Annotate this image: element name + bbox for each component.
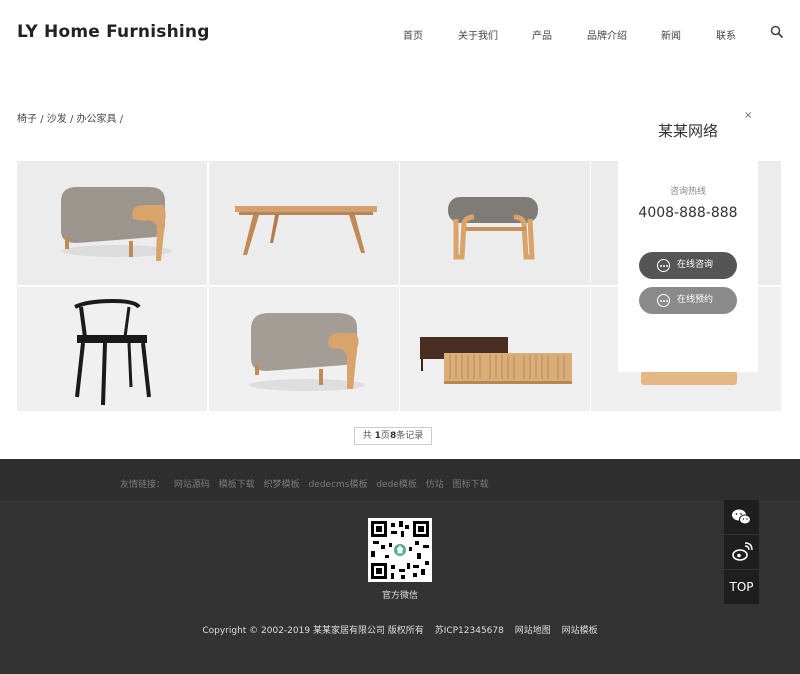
site-header: LY Home Furnishing 首页 关于我们 产品 品牌介绍 新闻 联系: [0, 0, 800, 66]
back-to-top-button[interactable]: TOP: [724, 570, 759, 604]
copyright-text: Copyright © 2002-2019 某某家居有限公司 版权所有: [202, 626, 424, 636]
friend-links-label: 友情链接：: [120, 480, 166, 490]
breadcrumb-separator: /: [40, 114, 44, 125]
breadcrumb-office[interactable]: 办公家具: [77, 114, 117, 125]
hotline-number: 4008-888-888: [638, 205, 738, 221]
friend-link[interactable]: dede模板: [376, 480, 417, 490]
product-card-ottoman-2[interactable]: [209, 287, 399, 411]
ottoman-image: [17, 161, 207, 285]
search-icon[interactable]: [770, 25, 784, 39]
breadcrumb: 椅子 / 沙发 / 办公家具 /: [17, 110, 123, 125]
online-consult-button[interactable]: 在线咨询: [639, 252, 737, 279]
template-link[interactable]: 网站模板: [562, 626, 598, 636]
pagination-info: 共 1页8条记录: [354, 427, 432, 445]
friend-links-bar: 友情链接： 网站源码 模板下载 织梦模板 dedecms模板 dede模板 仿站…: [0, 459, 800, 501]
wechat-button[interactable]: [724, 500, 759, 534]
pagination-prefix: 共: [362, 431, 372, 441]
product-card-tv-cabinet[interactable]: [400, 287, 590, 411]
site-footer: 官方微信 Copyright © 2002-2019 某某家居有限公司 版权所有…: [0, 501, 800, 674]
wechat-icon: [732, 509, 751, 525]
pagination-suffix: 条记录: [396, 431, 424, 441]
ottoman-image-2: [209, 287, 399, 411]
contact-float-panel: 某某网络 咨询热线 4008-888-888 在线咨询 在线预约: [618, 100, 758, 372]
chair-image: [17, 287, 207, 411]
breadcrumb-separator: /: [69, 114, 74, 125]
pagination-mid: 页: [380, 431, 390, 441]
qr-code-image: [371, 521, 429, 579]
online-reserve-label: 在线预约: [677, 295, 714, 305]
icp-link[interactable]: 苏ICP12345678: [435, 626, 504, 636]
weibo-icon: [732, 542, 753, 561]
nav-item-products[interactable]: 产品: [532, 27, 552, 42]
breadcrumb-sofa[interactable]: 沙发: [47, 114, 67, 125]
coffee-table-image: [209, 161, 399, 285]
chat-bubble-icon: [657, 294, 670, 307]
qr-label: 官方微信: [381, 591, 418, 601]
friend-link[interactable]: 网站源码: [174, 480, 210, 490]
nav-item-about[interactable]: 关于我们: [458, 27, 498, 42]
weibo-button[interactable]: [724, 535, 759, 569]
friend-link[interactable]: 仿站: [426, 480, 444, 490]
bench-stool-image: [400, 161, 590, 285]
friend-link[interactable]: 织梦模板: [264, 480, 300, 490]
main-nav: 首页 关于我们 产品 品牌介绍 新闻 联系: [0, 27, 800, 42]
wechat-qr-code: [368, 518, 432, 582]
product-card-coffee-table[interactable]: [209, 161, 399, 285]
nav-item-contact[interactable]: 联系: [716, 27, 736, 42]
copyright: Copyright © 2002-2019 某某家居有限公司 版权所有 苏ICP…: [0, 623, 800, 636]
online-reserve-button[interactable]: 在线预约: [639, 287, 737, 314]
tv-cabinet-image: [400, 287, 590, 411]
float-panel-title: 某某网络: [657, 122, 718, 140]
breadcrumb-separator: /: [119, 114, 124, 125]
breadcrumb-chairs[interactable]: 椅子: [17, 114, 37, 125]
hotline-label: 咨询热线: [669, 187, 706, 197]
nav-item-home[interactable]: 首页: [403, 27, 423, 42]
product-card-bench-stool[interactable]: [400, 161, 590, 285]
friend-link[interactable]: dedecms模板: [309, 480, 368, 490]
product-card-chair[interactable]: [17, 287, 207, 411]
friend-link[interactable]: 图标下载: [453, 480, 489, 490]
sitemap-link[interactable]: 网站地图: [515, 626, 551, 636]
nav-item-news[interactable]: 新闻: [661, 27, 681, 42]
float-panel-close-button[interactable]: ×: [744, 110, 752, 121]
chat-bubble-icon: [657, 259, 670, 272]
nav-item-brand[interactable]: 品牌介绍: [587, 27, 627, 42]
product-card-ottoman[interactable]: [17, 161, 207, 285]
friend-link[interactable]: 模板下载: [219, 480, 255, 490]
online-consult-label: 在线咨询: [677, 260, 714, 270]
